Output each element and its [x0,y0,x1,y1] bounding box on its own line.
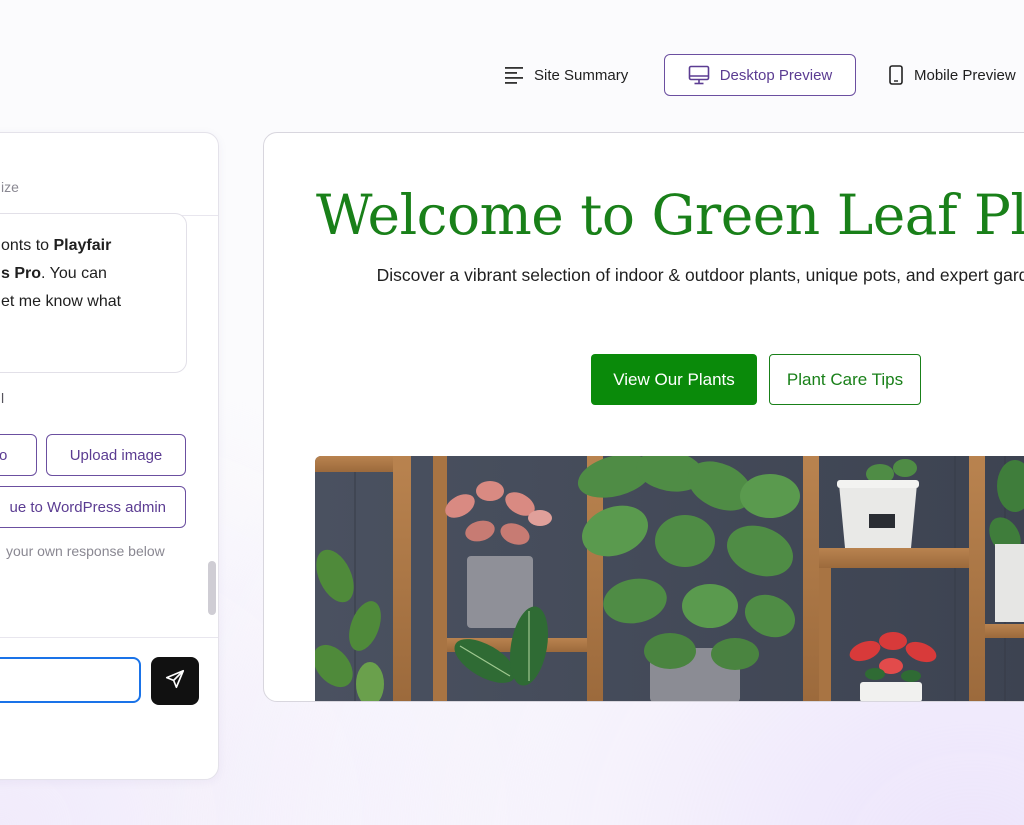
options-label: l [1,390,5,406]
response-hint: your own response below [6,543,165,559]
continue-wordpress-admin-button[interactable]: ue to WordPress admin [0,486,186,528]
hero-plants-image [315,456,1024,701]
monitor-icon [688,65,710,85]
chat-input[interactable] [0,657,141,703]
mobile-preview-button[interactable]: Mobile Preview [888,54,1016,96]
chat-header: ize [0,133,218,216]
send-button[interactable] [151,657,199,705]
chat-footer-divider [0,637,218,638]
desktop-preview-button[interactable]: Desktop Preview [664,54,856,96]
plant-care-tips-button[interactable]: Plant Care Tips [769,354,921,405]
chat-panel: ize onts to Playfair s Pro. You can et m… [0,132,219,780]
hero-title: Welcome to Green Leaf Plan [316,183,1024,247]
site-summary-button[interactable]: Site Summary [504,54,628,96]
message-line-2: s Pro. You can [1,265,107,282]
site-summary-label: Site Summary [534,66,629,84]
phone-icon [888,65,904,85]
site-preview-frame: Welcome to Green Leaf Plan Discover a vi… [263,132,1024,702]
desktop-preview-label: Desktop Preview [719,66,833,84]
send-icon [164,668,186,695]
view-our-plants-button[interactable]: View Our Plants [591,354,757,405]
chat-scrollbar[interactable] [208,561,216,615]
mobile-preview-label: Mobile Preview [914,66,1016,84]
chat-header-text: ize [1,179,19,195]
message-line-3: et me know what [1,293,122,310]
hero-description: Discover a vibrant selection of indoor &… [376,265,1024,285]
upload-image-button[interactable]: Upload image [46,434,186,476]
message-line-1: onts to Playfair [1,237,112,254]
logo-option-button[interactable]: go [0,434,37,476]
lines-icon [504,66,524,84]
